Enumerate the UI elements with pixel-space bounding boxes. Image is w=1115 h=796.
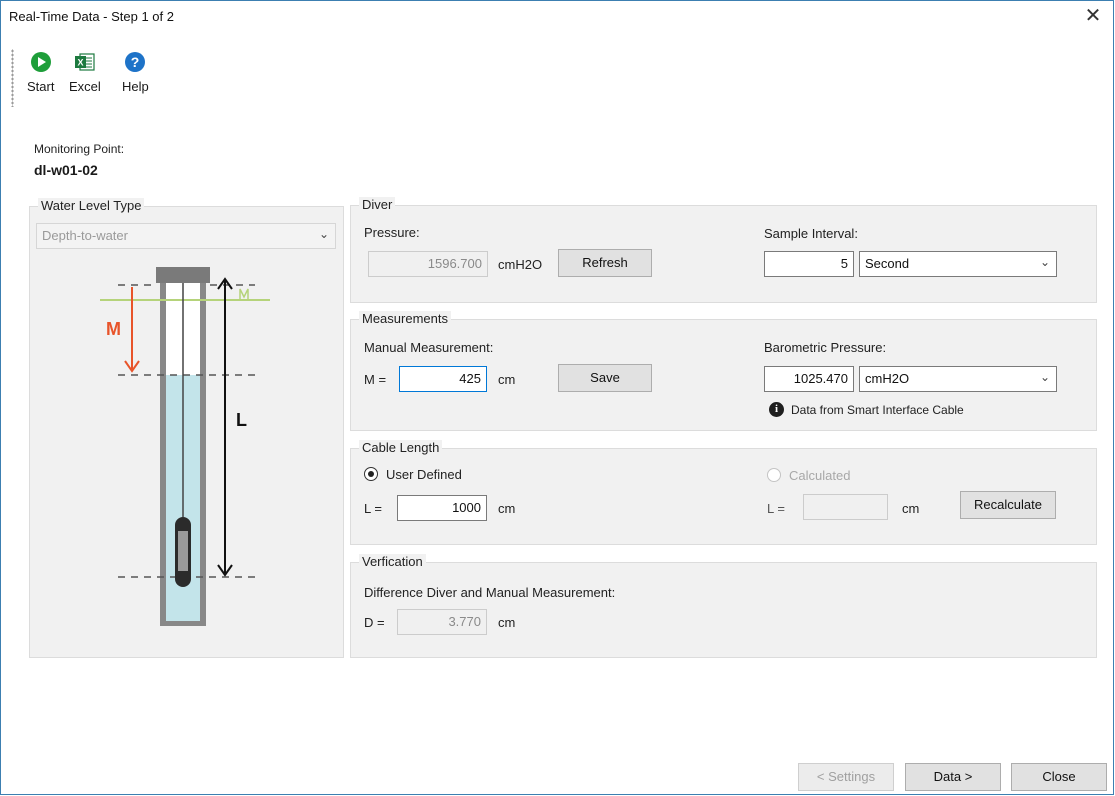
help-icon: ? bbox=[125, 52, 146, 72]
sample-interval-unit-select[interactable]: Second ⌄ bbox=[859, 251, 1057, 277]
chevron-down-icon: ⌄ bbox=[318, 227, 329, 241]
measurements-group: Measurements Manual Measurement: M = 425… bbox=[350, 311, 1097, 431]
water-level-type-title: Water Level Type bbox=[38, 198, 145, 213]
m-symbol: M bbox=[106, 319, 121, 339]
start-button[interactable]: Start bbox=[27, 51, 54, 94]
measurements-title: Measurements bbox=[359, 311, 451, 326]
close-icon[interactable]: ✕ bbox=[1079, 3, 1107, 29]
monitoring-point-value: dl-w01-02 bbox=[34, 162, 98, 178]
settings-back-button[interactable]: < Settings bbox=[798, 763, 894, 791]
cable-length-title: Cable Length bbox=[359, 440, 443, 455]
barometric-pressure-label: Barometric Pressure: bbox=[764, 340, 887, 355]
barometric-unit-value: cmH2O bbox=[865, 371, 910, 386]
m-prefix: M = bbox=[364, 372, 387, 387]
info-text: Data from Smart Interface Cable bbox=[791, 403, 964, 417]
calculated-length-field bbox=[803, 494, 888, 520]
help-label: Help bbox=[122, 79, 149, 94]
calculated-radio[interactable] bbox=[767, 468, 781, 482]
verification-group: Verfication Difference Diver and Manual … bbox=[350, 554, 1097, 658]
save-button[interactable]: Save bbox=[558, 364, 652, 392]
title-bar: Real-Time Data - Step 1 of 2 ✕ bbox=[1, 1, 1113, 33]
monitoring-point-label: Monitoring Point: bbox=[34, 142, 125, 156]
verification-title: Verfication bbox=[359, 554, 426, 569]
d-unit: cm bbox=[498, 615, 516, 630]
barometric-unit-select[interactable]: cmH2O ⌄ bbox=[859, 366, 1057, 392]
chevron-down-icon: ⌄ bbox=[1039, 255, 1050, 269]
difference-field: 3.770 bbox=[397, 609, 487, 635]
pressure-unit: cmH2O bbox=[498, 257, 543, 272]
user-defined-radio[interactable] bbox=[364, 467, 378, 481]
close-button[interactable]: Close bbox=[1011, 763, 1107, 791]
sample-interval-label: Sample Interval: bbox=[764, 226, 858, 241]
recalculate-button[interactable]: Recalculate bbox=[960, 491, 1056, 519]
cable-length-group: Cable Length User Defined L = 1000 cm Ca… bbox=[350, 440, 1097, 545]
pressure-field: 1596.700 bbox=[368, 251, 488, 277]
refresh-button[interactable]: Refresh bbox=[558, 249, 652, 277]
calc-l-prefix: L = bbox=[767, 501, 785, 516]
calc-unit: cm bbox=[902, 501, 920, 516]
excel-button[interactable]: X Excel bbox=[69, 51, 101, 94]
l-unit: cm bbox=[498, 501, 516, 516]
sample-interval-unit-value: Second bbox=[865, 256, 910, 271]
barometric-pressure-field[interactable]: 1025.470 bbox=[764, 366, 854, 392]
chevron-down-icon: ⌄ bbox=[1039, 370, 1050, 384]
diver-group: Diver Pressure: 1596.700 cmH2O Refresh S… bbox=[350, 197, 1097, 303]
dialog-window: Real-Time Data - Step 1 of 2 ✕ Start X E… bbox=[0, 0, 1114, 795]
l-symbol: L bbox=[236, 410, 247, 430]
play-icon bbox=[30, 52, 51, 72]
diver-title: Diver bbox=[359, 197, 396, 212]
water-level-type-value: Depth-to-water bbox=[42, 228, 128, 243]
water-level-type-group: Water Level Type Depth-to-water ⌄ M L bbox=[29, 198, 344, 658]
user-defined-label: User Defined bbox=[386, 467, 462, 482]
help-button[interactable]: ? Help bbox=[122, 51, 149, 94]
sample-interval-field[interactable]: 5 bbox=[764, 251, 854, 277]
info-icon: i bbox=[769, 402, 784, 417]
start-label: Start bbox=[27, 79, 55, 94]
svg-text:X: X bbox=[77, 58, 83, 68]
calculated-label: Calculated bbox=[789, 468, 851, 483]
difference-label: Difference Diver and Manual Measurement: bbox=[364, 585, 616, 600]
svg-text:?: ? bbox=[131, 54, 140, 70]
excel-icon: X bbox=[74, 53, 95, 71]
data-next-button[interactable]: Data > bbox=[905, 763, 1001, 791]
manual-measurement-field[interactable]: 425 bbox=[399, 366, 487, 392]
pressure-label: Pressure: bbox=[364, 225, 420, 240]
d-prefix: D = bbox=[364, 615, 385, 630]
toolbar-grip[interactable] bbox=[11, 49, 14, 107]
m-unit: cm bbox=[498, 372, 516, 387]
well-diagram bbox=[100, 267, 270, 626]
window-title: Real-Time Data - Step 1 of 2 bbox=[9, 9, 174, 24]
water-level-type-select[interactable]: Depth-to-water ⌄ bbox=[36, 223, 336, 249]
cable-length-field[interactable]: 1000 bbox=[397, 495, 487, 521]
excel-label: Excel bbox=[69, 79, 101, 94]
l-prefix: L = bbox=[364, 501, 382, 516]
manual-measurement-label: Manual Measurement: bbox=[364, 340, 494, 355]
